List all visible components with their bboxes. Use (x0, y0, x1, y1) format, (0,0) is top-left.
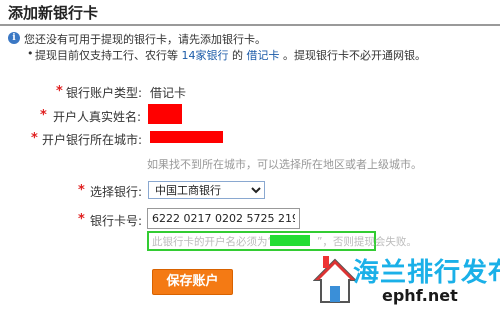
warning-before: 此银行卡的开户名必须为“ (152, 236, 273, 248)
watermark-url: ephf.net (382, 286, 458, 305)
account-type-label: 银行账户类型: (66, 86, 143, 100)
city-required-mark: * (31, 131, 38, 146)
warning-after: ”，否则提现会失败。 (316, 236, 417, 248)
account-type-value: 借记卡 (150, 86, 187, 100)
info-icon: i (8, 32, 20, 44)
page-title: 添加新银行卡 (8, 4, 99, 22)
house-logo-icon (313, 256, 357, 303)
supported-banks-link[interactable]: 14家银行 (182, 49, 229, 62)
card-number-input[interactable] (147, 208, 300, 229)
city-redaction (150, 131, 223, 143)
name-redaction (148, 104, 182, 124)
watermark-text: 海兰排行发布 (353, 258, 500, 288)
tip-after: 。提现银行卡不必开通网银。 (283, 49, 426, 62)
account-type-required-mark: * (56, 84, 63, 99)
title-divider (0, 24, 500, 26)
city-label: 开户银行所在城市: (42, 133, 143, 147)
debit-card-link[interactable]: 借记卡 (247, 49, 280, 62)
tip-middle: 的 (232, 49, 243, 62)
card-required-mark: * (78, 212, 85, 227)
city-hint: 如果找不到所在城市，可以选择所在地区或者上级城市。 (147, 158, 422, 171)
tip-before: 提现目前仅支持工行、农行等 (35, 49, 178, 62)
tip-bullet: • (27, 47, 34, 60)
bank-select[interactable]: 中国工商银行 (148, 181, 265, 199)
bank-required-mark: * (78, 183, 85, 198)
name-required-mark: * (40, 108, 47, 123)
save-account-button[interactable]: 保存账户 (152, 269, 233, 295)
bank-label: 选择银行: (90, 185, 143, 199)
warning-name-redaction (270, 235, 310, 246)
card-label: 银行卡号: (90, 214, 143, 228)
tip-text: 提现目前仅支持工行、农行等 14家银行 的 借记卡 。提现银行卡不必开通网银。 (35, 47, 426, 63)
name-label: 开户人真实姓名: (53, 110, 142, 124)
notice-text: 您还没有可用于提现的银行卡，请先添加银行卡。 (24, 33, 266, 46)
